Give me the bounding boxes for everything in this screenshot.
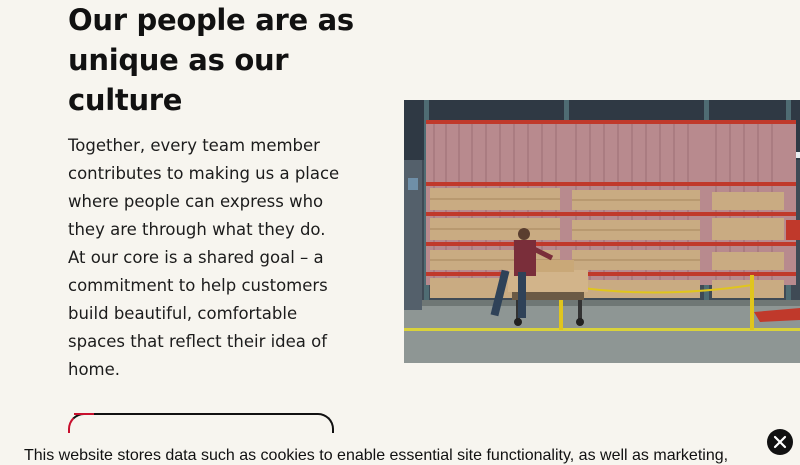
warehouse-photo — [404, 100, 800, 363]
close-icon — [773, 435, 787, 449]
cookie-banner: This website stores data such as cookies… — [0, 433, 800, 465]
body-copy: Together, every team member contributes … — [68, 136, 340, 379]
cookie-banner-text: This website stores data such as cookies… — [24, 447, 729, 464]
headline: Our people are as unique as our culture — [68, 3, 354, 117]
cookie-close-button[interactable] — [767, 429, 793, 455]
cta-accent-line — [74, 413, 94, 415]
